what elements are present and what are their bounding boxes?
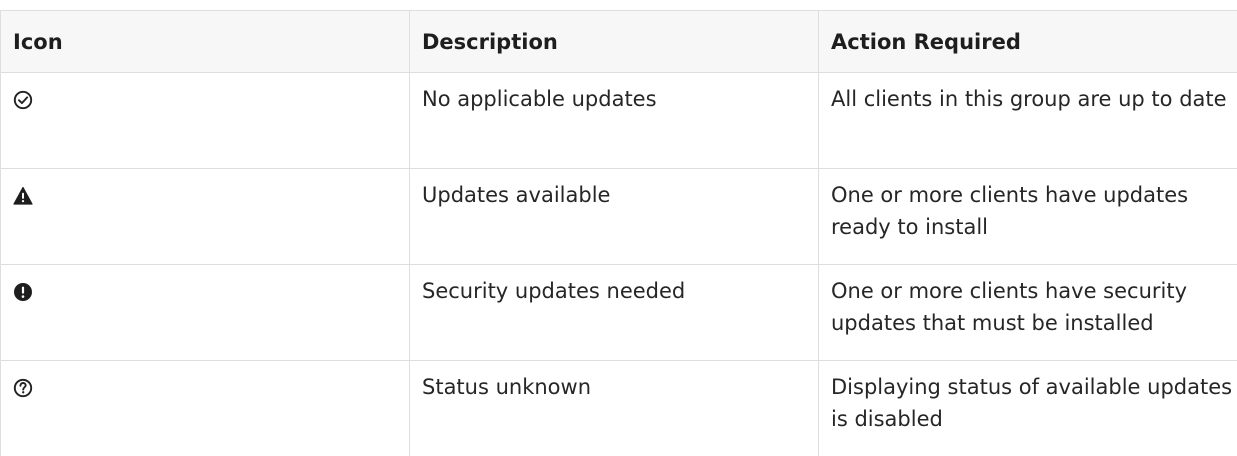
column-header-icon: Icon (0, 10, 410, 73)
action-cell: All clients in this group are up to date (818, 72, 1237, 169)
check-circle-icon (13, 90, 33, 110)
description-cell: Security updates needed (409, 264, 819, 361)
table-row: Updates available One or more clients ha… (0, 168, 1237, 265)
icon-cell (0, 72, 410, 169)
table-row: Security updates needed One or more clie… (0, 264, 1237, 361)
description-cell: Updates available (409, 168, 819, 265)
description-cell: No applicable updates (409, 72, 819, 169)
description-cell: Status unknown (409, 360, 819, 456)
table-row: Status unknown Displaying status of avai… (0, 360, 1237, 456)
action-cell: One or more clients have security update… (818, 264, 1237, 361)
icon-cell (0, 168, 410, 265)
column-header-description: Description (409, 10, 819, 73)
table-row: No applicable updates All clients in thi… (0, 72, 1237, 169)
warning-triangle-icon (13, 186, 33, 206)
icon-cell (0, 264, 410, 361)
table-header: Icon Description Action Required (0, 10, 1237, 73)
column-header-action: Action Required (818, 10, 1237, 73)
action-cell: One or more clients have updates ready t… (818, 168, 1237, 265)
status-icons-table-wrapper: Icon Description Action Required No appl… (0, 0, 1237, 456)
question-circle-icon (13, 378, 33, 398)
exclamation-circle-icon (13, 282, 33, 302)
action-cell: Displaying status of available updates i… (818, 360, 1237, 456)
table-header-row: Icon Description Action Required (0, 10, 1237, 73)
status-icons-table: Icon Description Action Required No appl… (0, 10, 1237, 456)
icon-cell (0, 360, 410, 456)
